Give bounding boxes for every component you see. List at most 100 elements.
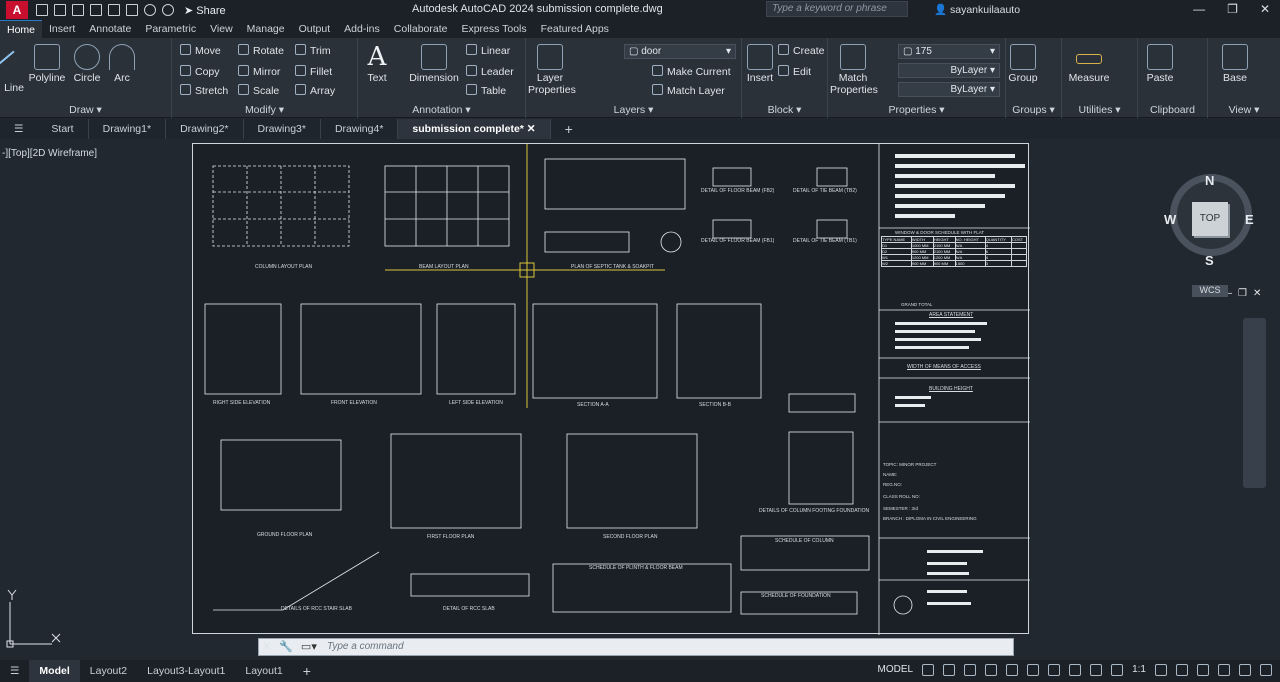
autocad-logo-icon[interactable]: A [6, 1, 28, 19]
color-dropdown[interactable]: ▢ 175 ▾ [898, 44, 1000, 59]
linear-button[interactable]: Linear [466, 44, 510, 57]
user-account[interactable]: 👤 sayankuilaauto [934, 3, 1020, 16]
match-layer-button[interactable]: Match Layer [652, 84, 725, 97]
layout-tab-model[interactable]: Model [29, 660, 80, 682]
transparency-icon[interactable] [1069, 664, 1082, 676]
linetype-dropdown[interactable]: ByLayer ▾ [898, 63, 1000, 78]
save-icon[interactable] [72, 4, 84, 16]
group-button[interactable]: Group [1008, 44, 1038, 84]
viewport-restore-icon[interactable]: ❐ [1238, 288, 1247, 299]
rotate-button[interactable]: Rotate [238, 44, 284, 57]
stretch-button[interactable]: Stretch [180, 84, 228, 97]
command-input[interactable]: Type a command [258, 638, 1014, 656]
viewport-close-icon[interactable]: ✕ [1253, 288, 1261, 299]
clean-screen-icon[interactable] [1239, 664, 1251, 676]
modify-panel-title[interactable]: Modify ▾ [172, 104, 357, 116]
copy-button[interactable]: Copy [180, 65, 220, 78]
paste-button[interactable]: Paste [1146, 44, 1174, 84]
circle-button[interactable]: Circle [72, 44, 102, 84]
selection-cycling-icon[interactable] [1090, 664, 1103, 676]
hardware-acceleration-icon[interactable] [1218, 664, 1230, 676]
annotation-scale[interactable]: 1:1 [1132, 664, 1146, 676]
create-block-button[interactable]: Create [778, 44, 825, 57]
layer-properties-button[interactable]: Layer Properties [528, 44, 576, 96]
new-tab-plus-icon[interactable]: + [551, 119, 587, 139]
base-view-button[interactable]: Base [1220, 44, 1250, 84]
view-panel-title[interactable]: View ▾ [1208, 104, 1280, 116]
annotation-visibility-icon[interactable] [1111, 664, 1124, 676]
compass-south[interactable]: S [1205, 253, 1214, 268]
drawing-sheet[interactable]: COLUMN LAYOUT PLAN BEAM LAYOUT PLAN PLAN… [192, 143, 1030, 635]
isodraft-icon[interactable] [1006, 664, 1019, 676]
layout-tab-layout1[interactable]: Layout1 [235, 665, 292, 677]
tab-parametric[interactable]: Parametric [138, 20, 203, 38]
print-icon[interactable] [126, 4, 138, 16]
viewcube-top-face[interactable]: TOP [1192, 202, 1228, 236]
tab-featured-apps[interactable]: Featured Apps [534, 20, 616, 38]
plus-icon[interactable] [1176, 664, 1188, 676]
close-tab-icon[interactable]: ✕ [527, 123, 536, 135]
ortho-icon[interactable] [964, 664, 977, 676]
save-as-icon[interactable] [90, 4, 102, 16]
block-panel-title[interactable]: Block ▾ [742, 104, 827, 116]
wcs-menu[interactable]: WCS [1192, 285, 1228, 297]
tab-manage[interactable]: Manage [240, 20, 292, 38]
file-tab-submission[interactable]: submission complete* ✕ [398, 119, 551, 139]
tab-output[interactable]: Output [292, 20, 338, 38]
close-icon[interactable]: ✕ [1260, 2, 1270, 16]
tab-home[interactable]: Home [0, 20, 43, 38]
properties-panel-title[interactable]: Properties ▾ [828, 104, 1005, 116]
move-button[interactable]: Move [180, 44, 221, 57]
workspace-gear-icon[interactable] [1155, 664, 1167, 676]
scale-button[interactable]: Scale [238, 84, 279, 97]
navigation-bar[interactable] [1243, 318, 1266, 488]
edit-block-button[interactable]: Edit [778, 65, 811, 78]
mirror-button[interactable]: Mirror [238, 65, 280, 78]
open-folder-icon[interactable] [54, 4, 66, 16]
restore-icon[interactable]: ❐ [1227, 2, 1238, 16]
layout-menu-icon[interactable]: ☰ [0, 665, 29, 677]
file-tab-drawing2[interactable]: Drawing2* [166, 119, 244, 139]
draw-panel-title[interactable]: Draw ▾ [0, 104, 171, 116]
object-snap-icon[interactable] [1027, 664, 1040, 676]
compass-north[interactable]: N [1205, 173, 1214, 188]
layout-tab-layout2[interactable]: Layout2 [80, 665, 137, 677]
redo-icon[interactable] [162, 4, 174, 16]
snap-icon[interactable] [943, 664, 956, 676]
leader-button[interactable]: Leader [466, 65, 514, 78]
trim-button[interactable]: Trim [295, 44, 331, 57]
annotation-panel-title[interactable]: Annotation ▾ [358, 104, 525, 116]
undo-icon[interactable] [144, 4, 156, 16]
customization-menu-icon[interactable] [1260, 664, 1272, 676]
file-tab-drawing3[interactable]: Drawing3* [244, 119, 321, 139]
groups-panel-title[interactable]: Groups ▾ [1006, 104, 1061, 116]
viewport-label[interactable]: -][Top][2D Wireframe] [2, 148, 97, 159]
command-prompt-icon[interactable]: ▭▾ [301, 640, 317, 653]
measure-button[interactable]: Measure [1066, 44, 1112, 84]
polyline-button[interactable]: Polyline [28, 44, 66, 84]
model-space-toggle[interactable]: MODEL [878, 664, 914, 676]
tab-express-tools[interactable]: Express Tools [454, 20, 533, 38]
compass-west[interactable]: W [1164, 212, 1176, 227]
match-properties-button[interactable]: Match Properties [830, 44, 878, 96]
tab-insert[interactable]: Insert [42, 20, 82, 38]
insert-block-button[interactable]: Insert [746, 44, 774, 84]
command-close-icon[interactable]: ✕ [262, 640, 271, 653]
command-customize-icon[interactable]: 🔧 [279, 640, 293, 653]
drawing-viewport[interactable]: -][Top][2D Wireframe] COLUMN LAYOUT PLAN… [0, 139, 1280, 659]
polar-icon[interactable] [985, 664, 998, 676]
arc-button[interactable]: Arc [108, 44, 136, 84]
grid-icon[interactable] [922, 664, 935, 676]
lineweight-icon[interactable] [1048, 664, 1061, 676]
make-current-button[interactable]: Make Current [652, 65, 731, 78]
search-input[interactable]: Type a keyword or phrase [766, 1, 908, 17]
table-button[interactable]: Table [466, 84, 506, 97]
file-tab-start[interactable]: Start [37, 119, 89, 139]
tab-add-ins[interactable]: Add-ins [337, 20, 387, 38]
new-file-icon[interactable] [36, 4, 48, 16]
file-tab-drawing4[interactable]: Drawing4* [321, 119, 399, 139]
upload-icon[interactable] [108, 4, 120, 16]
text-button[interactable]: A Text [364, 42, 390, 84]
fillet-button[interactable]: Fillet [295, 65, 332, 78]
layer-dropdown[interactable]: ▢ door ▾ [624, 44, 736, 59]
